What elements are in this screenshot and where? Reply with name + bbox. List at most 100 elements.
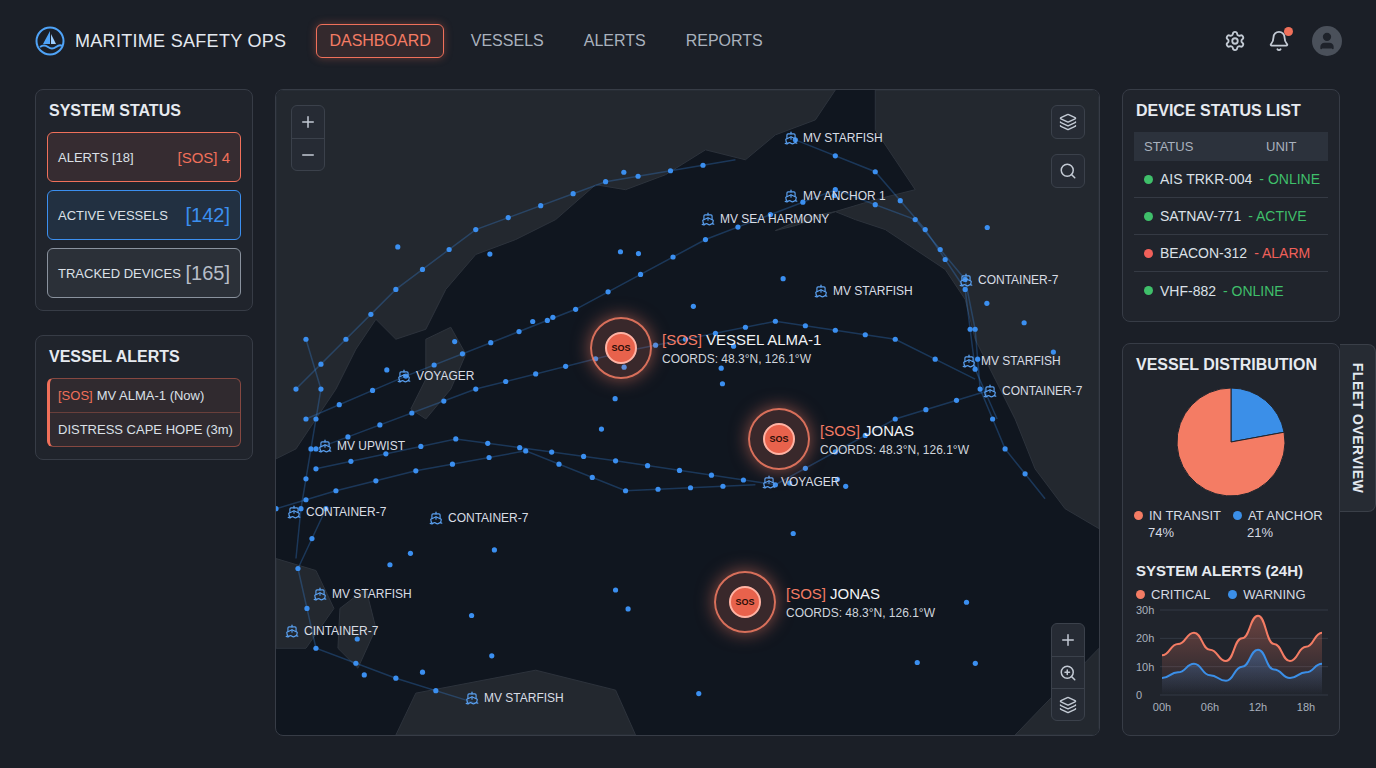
vessel-dot[interactable] (393, 676, 398, 681)
vessel-dot[interactable] (990, 416, 995, 421)
vessel-dot[interactable] (985, 225, 990, 230)
zoom-search-button[interactable] (1052, 656, 1084, 688)
vessel-dot[interactable] (318, 362, 323, 367)
vessel-dot[interactable] (393, 287, 398, 292)
vessel-dot[interactable] (1003, 446, 1008, 451)
vessel-dot[interactable] (387, 562, 392, 567)
vessel-dot[interactable] (581, 454, 586, 459)
vessel-dot[interactable] (719, 366, 724, 371)
vessel-dot[interactable] (696, 691, 701, 696)
vessel-dot[interactable] (873, 169, 878, 174)
vessel-pin[interactable]: CINTAINER-7 (285, 624, 378, 638)
vessel-dot[interactable] (516, 329, 521, 334)
vessel-dot[interactable] (803, 323, 808, 328)
vessel-dot[interactable] (773, 319, 778, 324)
vessel-dot[interactable] (973, 661, 978, 666)
vessel-dot[interactable] (345, 434, 350, 439)
vessel-dot[interactable] (954, 398, 959, 403)
vessel-dot[interactable] (303, 497, 308, 502)
vessel-dot[interactable] (898, 198, 903, 203)
vessel-dot[interactable] (638, 272, 643, 277)
vessel-pin[interactable]: MV STARFISH (784, 131, 883, 145)
vessel-dot[interactable] (923, 227, 928, 232)
vessel-dot[interactable] (337, 402, 342, 407)
vessel-dot[interactable] (709, 473, 714, 478)
vessel-pin[interactable]: MV STARFISH (814, 284, 913, 298)
vessel-dot[interactable] (668, 168, 673, 173)
vessel-dot[interactable] (1022, 471, 1027, 476)
vessel-dot[interactable] (938, 247, 943, 252)
vessel-dot[interactable] (645, 463, 650, 468)
search-button[interactable] (1052, 155, 1084, 187)
vessel-dot[interactable] (503, 379, 508, 384)
sos-marker[interactable]: SOS[SOS]JONASCOORDS: 48.3°N, 126.1°W (748, 408, 969, 470)
vessel-dot[interactable] (304, 606, 309, 611)
vessel-dot[interactable] (571, 191, 576, 196)
vessel-dot[interactable] (670, 254, 675, 259)
vessel-pin[interactable]: MV STARFISH (465, 691, 564, 705)
vessel-dot[interactable] (395, 244, 400, 249)
vessel-dot[interactable] (353, 661, 358, 666)
vessel-dot[interactable] (418, 444, 423, 449)
alert-row[interactable]: [SOS]MV ALMA-1 (Now) (50, 379, 240, 412)
vessel-dot[interactable] (968, 327, 973, 332)
zoom-in-button[interactable] (292, 106, 324, 138)
vessel-dot[interactable] (413, 468, 418, 473)
user-avatar[interactable] (1312, 26, 1342, 56)
device-row[interactable]: BEACON-312- ALARM (1134, 235, 1328, 272)
logo[interactable]: MARITIME SAFETY OPS (35, 26, 286, 56)
fleet-overview-tab[interactable]: FLEET OVERVIEW (1340, 344, 1376, 512)
vessel-dot[interactable] (791, 531, 796, 536)
vessel-dot[interactable] (492, 547, 497, 552)
vessel-dot[interactable] (313, 416, 318, 421)
vessel-dot[interactable] (720, 484, 725, 489)
status-card[interactable]: TRACKED DEVICES[165] (47, 248, 241, 298)
vessel-dot[interactable] (533, 371, 538, 376)
vessel-dot[interactable] (563, 364, 568, 369)
vessel-dot[interactable] (1051, 349, 1056, 354)
vessel-pin[interactable]: CONTAINER-7 (287, 505, 386, 519)
vessel-dot[interactable] (613, 458, 618, 463)
vessel-dot[interactable] (538, 203, 543, 208)
vessel-dot[interactable] (923, 407, 928, 412)
vessel-dot[interactable] (441, 398, 446, 403)
vessel-dot[interactable] (655, 487, 660, 492)
vessel-dot[interactable] (450, 462, 455, 467)
vessel-dot[interactable] (833, 153, 838, 158)
vessel-dot[interactable] (635, 174, 640, 179)
vessel-dot[interactable] (653, 343, 658, 348)
vessel-dot[interactable] (473, 227, 478, 232)
nav-tab[interactable]: REPORTS (673, 24, 776, 58)
vessel-dot[interactable] (343, 337, 348, 342)
vessel-dot[interactable] (420, 670, 425, 675)
vessel-dot[interactable] (975, 357, 980, 362)
device-row[interactable]: SATNAV-771- ACTIVE (1134, 198, 1328, 235)
sos-marker[interactable]: SOS[SOS]VESSEL ALMA-1COORDS: 48.3°N, 126… (590, 317, 821, 379)
vessel-dot[interactable] (720, 381, 725, 386)
vessel-pin[interactable]: VOYAGER (397, 369, 474, 383)
vessel-dot[interactable] (833, 328, 838, 333)
vessel-pin[interactable]: MV ANCHOR 1 (784, 189, 886, 203)
vessel-dot[interactable] (636, 251, 641, 256)
vessel-dot[interactable] (309, 536, 314, 541)
vessel-dot[interactable] (487, 251, 492, 256)
vessel-dot[interactable] (893, 416, 898, 421)
vessel-dot[interactable] (409, 410, 414, 415)
vessel-dot[interactable] (303, 337, 308, 342)
vessel-dot[interactable] (743, 325, 748, 330)
gear-icon[interactable] (1224, 30, 1246, 52)
vessel-dot[interactable] (573, 307, 578, 312)
vessel-dot[interactable] (618, 249, 623, 254)
vessel-dot[interactable] (933, 357, 938, 362)
vessel-dot[interactable] (843, 484, 848, 489)
vessel-dot[interactable] (613, 396, 618, 401)
vessel-dot[interactable] (488, 340, 493, 345)
vessel-dot[interactable] (621, 170, 626, 175)
vessel-pin[interactable]: MV STARFISH (313, 587, 412, 601)
vessel-dot[interactable] (303, 476, 308, 481)
vessel-dot[interactable] (984, 301, 989, 306)
vessel-dot[interactable] (313, 646, 318, 651)
vessel-dot[interactable] (486, 455, 491, 460)
vessel-dot[interactable] (303, 416, 308, 421)
vessel-dot[interactable] (703, 237, 708, 242)
